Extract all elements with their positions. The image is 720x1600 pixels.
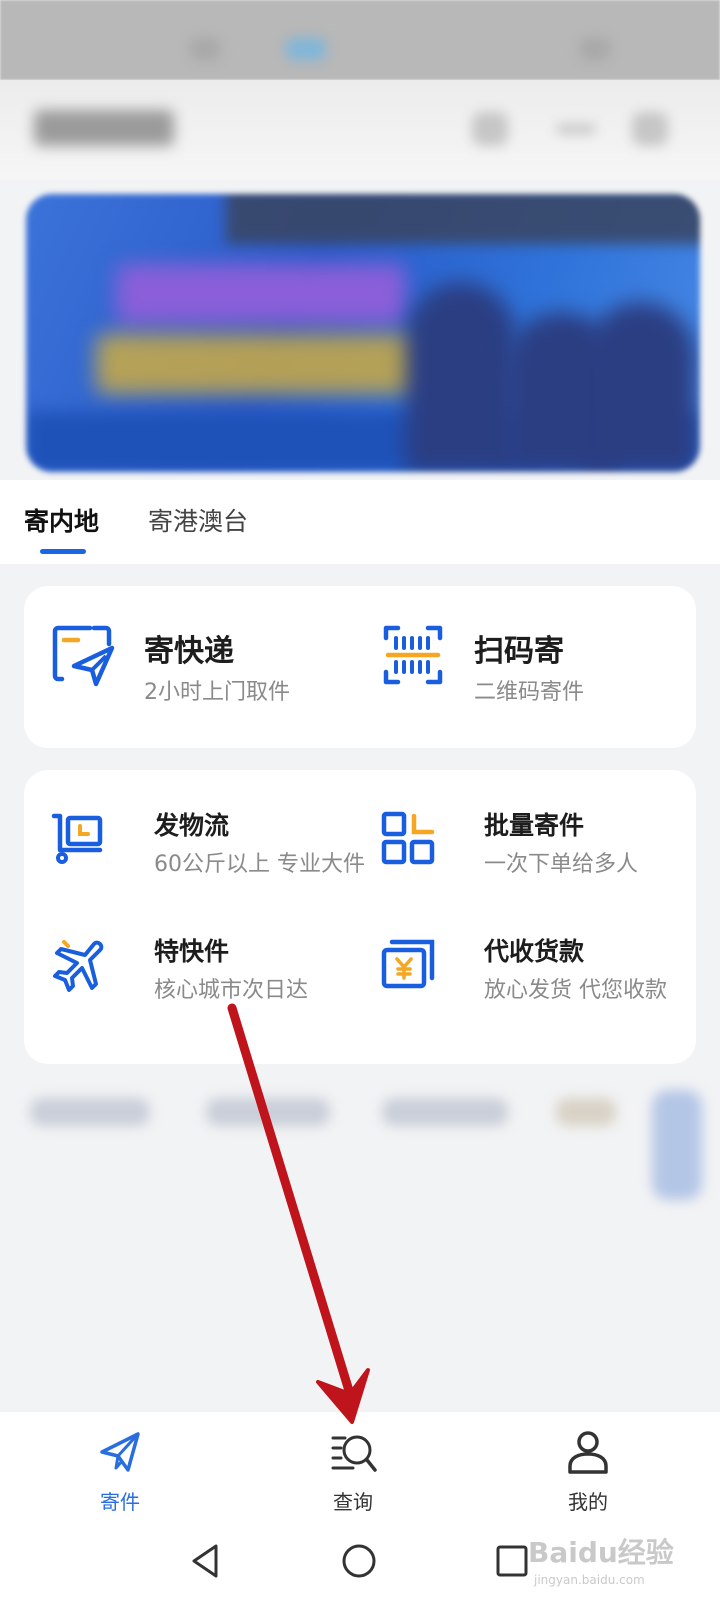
airplane-icon xyxy=(53,940,104,992)
freight-service-button[interactable]: 发物流 60公斤以上 专业大件 xyxy=(50,806,370,878)
nav-me[interactable]: 我的 xyxy=(518,1412,658,1522)
batch-send-button[interactable]: 批量寄件 一次下单给多人 xyxy=(380,806,700,878)
nav-label: 查询 xyxy=(333,1490,373,1514)
region-tabs: 寄内地 寄港澳台 xyxy=(0,480,720,564)
app-logo xyxy=(34,110,174,146)
shortcut-chip[interactable] xyxy=(556,1098,616,1126)
grid-boxes-icon xyxy=(381,811,435,865)
banner-top-strip xyxy=(226,194,700,244)
banner-subheadline xyxy=(96,334,426,394)
services-card: 发物流 60公斤以上 专业大件 批量寄件 一次下单给多人 特快件 核心城市次日达… xyxy=(24,770,696,1064)
action-title: 扫码寄 xyxy=(474,634,564,669)
status-icon-blur xyxy=(190,38,220,60)
header-icon-blur[interactable] xyxy=(632,112,668,146)
back-icon[interactable] xyxy=(188,1542,222,1580)
action-subtitle: 二维码寄件 xyxy=(474,680,585,705)
shortcut-strip xyxy=(0,1086,720,1206)
action-subtitle: 2小时上门取件 xyxy=(144,680,290,705)
quick-actions-card: 寄快递 2小时上门取件 扫码寄 二维码寄件 xyxy=(24,586,696,748)
tab-hk-macau-taiwan[interactable]: 寄港澳台 xyxy=(148,502,248,538)
shortcut-chip[interactable] xyxy=(382,1098,508,1126)
nav-send[interactable]: 寄件 xyxy=(50,1412,190,1522)
nav-query[interactable]: 查询 xyxy=(283,1412,423,1522)
baidu-watermark: Baidu经验 jingyan.baidu.com xyxy=(528,1536,674,1587)
nav-label: 我的 xyxy=(568,1490,608,1514)
watermark-brand: Baidu经验 xyxy=(528,1536,674,1569)
service-subtitle: 一次下单给多人 xyxy=(484,852,639,877)
scan-to-send-button[interactable]: 扫码寄 二维码寄件 xyxy=(380,610,680,720)
shortcut-chip[interactable] xyxy=(652,1090,702,1200)
home-icon[interactable] xyxy=(340,1542,378,1580)
send-icon xyxy=(100,1432,140,1472)
active-tab-indicator xyxy=(40,549,86,554)
watermark-site: jingyan.baidu.com xyxy=(533,1573,645,1587)
app-header xyxy=(0,80,720,180)
service-subtitle: 核心城市次日达 xyxy=(154,978,309,1003)
bottom-navigation: 寄件 查询 我的 xyxy=(0,1412,720,1522)
person-icon xyxy=(568,1431,608,1474)
promo-banner[interactable] xyxy=(26,194,700,472)
search-list-icon xyxy=(331,1435,377,1472)
shortcut-chip[interactable] xyxy=(30,1098,150,1126)
status-bar xyxy=(0,0,720,80)
banner-figure xyxy=(586,302,696,472)
service-subtitle: 60公斤以上 专业大件 xyxy=(154,852,365,877)
express-service-button[interactable]: 特快件 核心城市次日达 xyxy=(50,932,370,1004)
send-express-button[interactable]: 寄快递 2小时上门取件 xyxy=(50,610,350,720)
status-icon-blur xyxy=(580,38,610,60)
service-title: 特快件 xyxy=(154,937,230,966)
nav-label: 寄件 xyxy=(100,1490,140,1514)
service-title: 代收货款 xyxy=(484,937,585,966)
service-title: 批量寄件 xyxy=(484,811,585,840)
status-icon-blur xyxy=(286,38,326,60)
banner-figure xyxy=(406,282,516,472)
paper-plane-box-icon xyxy=(52,625,115,687)
barcode-scan-icon xyxy=(383,625,443,685)
shortcut-chip[interactable] xyxy=(206,1098,330,1126)
yuan-card-icon xyxy=(381,939,435,989)
service-title: 发物流 xyxy=(154,811,230,840)
service-subtitle: 放心发货 代您收款 xyxy=(484,978,667,1003)
cash-on-delivery-button[interactable]: 代收货款 放心发货 代您收款 xyxy=(380,932,700,1004)
cart-box-icon xyxy=(51,813,103,864)
header-icon-blur[interactable] xyxy=(472,112,508,146)
header-icon-blur[interactable] xyxy=(556,124,596,134)
banner-headline xyxy=(116,264,406,324)
tab-mainland[interactable]: 寄内地 xyxy=(24,502,99,538)
action-title: 寄快递 xyxy=(144,634,234,669)
